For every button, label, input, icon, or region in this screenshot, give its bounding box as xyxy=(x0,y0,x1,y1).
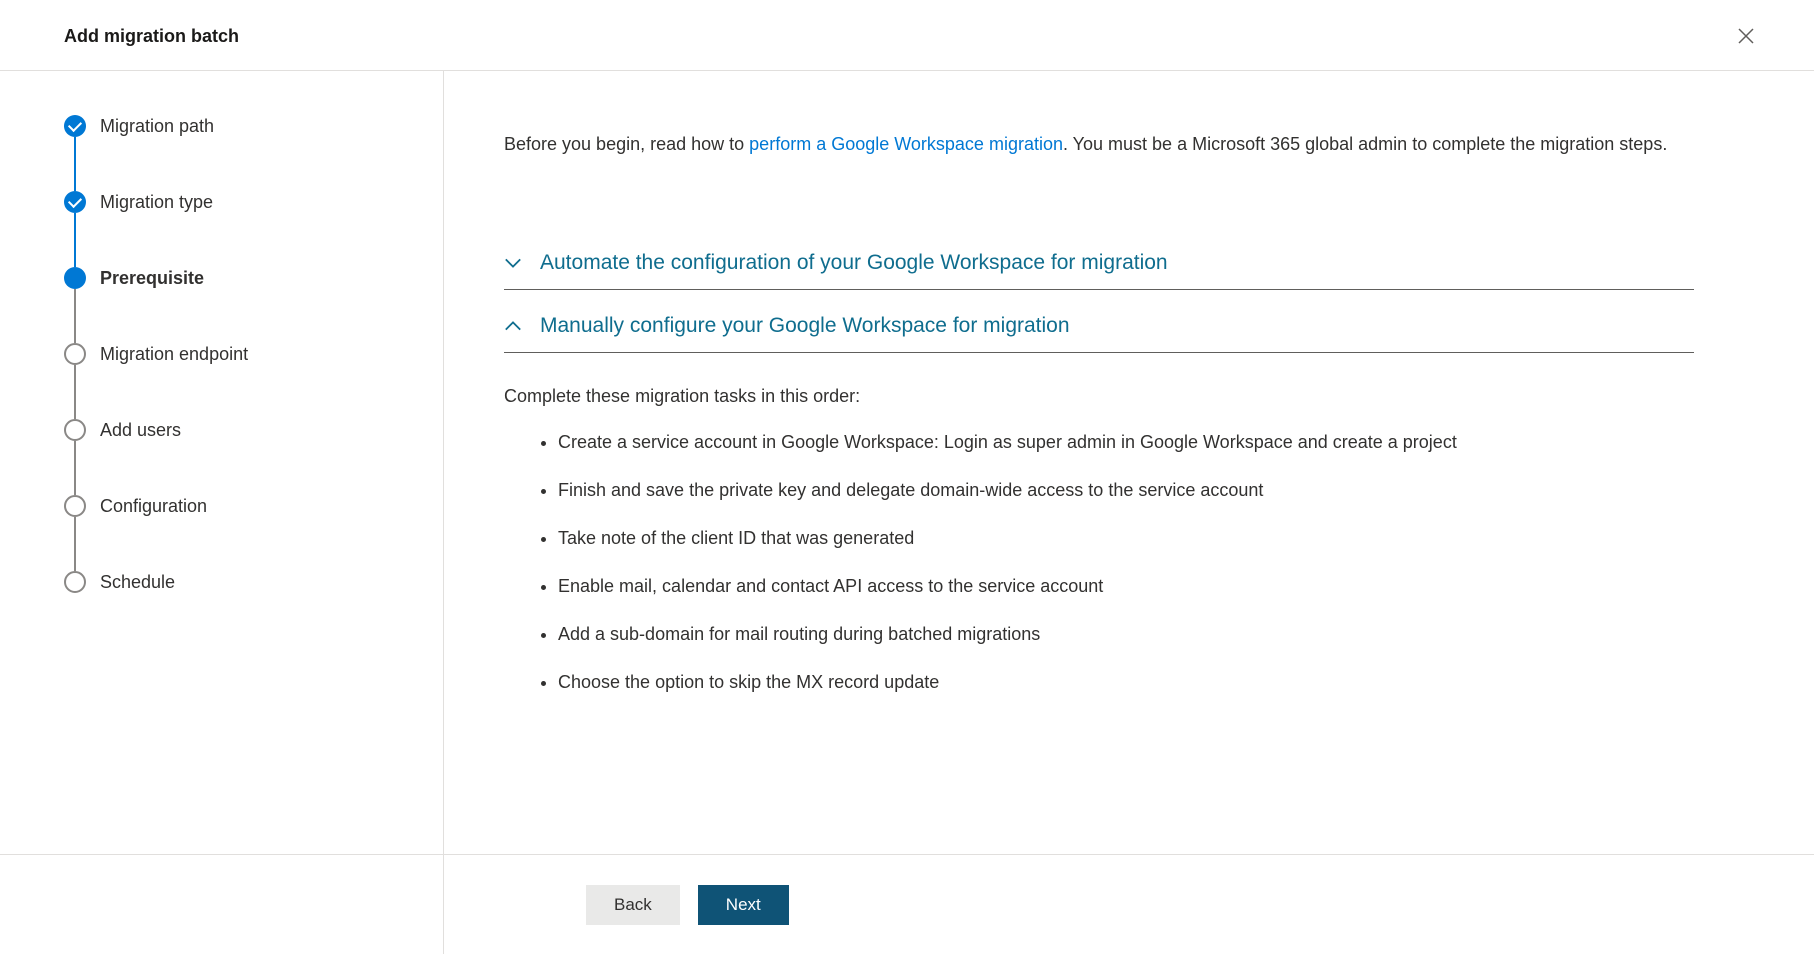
chevron-down-icon xyxy=(504,254,522,272)
task-item: Take note of the client ID that was gene… xyxy=(558,525,1694,551)
task-item: Choose the option to skip the MX record … xyxy=(558,669,1694,695)
accordion-title: Automate the configuration of your Googl… xyxy=(540,251,1168,275)
accordion-manual: Manually configure your Google Workspace… xyxy=(504,300,1694,353)
tasks-list: Create a service account in Google Works… xyxy=(504,429,1694,695)
wizard-footer: Back Next xyxy=(0,854,1814,954)
step-label: Migration type xyxy=(100,191,213,213)
step-migration-endpoint[interactable]: Migration endpoint xyxy=(64,343,443,419)
close-icon xyxy=(1738,28,1754,44)
step-label: Add users xyxy=(100,419,181,441)
step-label: Configuration xyxy=(100,495,207,517)
step-label: Migration endpoint xyxy=(100,343,248,365)
chevron-up-icon xyxy=(504,317,522,335)
step-migration-path[interactable]: Migration path xyxy=(64,115,443,191)
step-add-users[interactable]: Add users xyxy=(64,419,443,495)
dialog-title: Add migration batch xyxy=(64,26,239,47)
step-label: Schedule xyxy=(100,571,175,593)
circle-active-icon xyxy=(64,267,86,289)
task-item: Enable mail, calendar and contact API ac… xyxy=(558,573,1694,599)
main-content: Before you begin, read how to perform a … xyxy=(444,71,1814,865)
task-item: Add a sub-domain for mail routing during… xyxy=(558,621,1694,647)
accordion-automate-header[interactable]: Automate the configuration of your Googl… xyxy=(504,251,1694,275)
circle-pending-icon xyxy=(64,343,86,365)
next-button[interactable]: Next xyxy=(698,885,789,925)
dialog-header: Add migration batch xyxy=(0,0,1814,71)
intro-text: Before you begin, read how to perform a … xyxy=(504,131,1694,157)
circle-pending-icon xyxy=(64,495,86,517)
check-icon xyxy=(64,191,86,213)
accordion-manual-header[interactable]: Manually configure your Google Workspace… xyxy=(504,314,1694,338)
step-label: Prerequisite xyxy=(100,267,204,289)
task-item: Finish and save the private key and dele… xyxy=(558,477,1694,503)
step-label: Migration path xyxy=(100,115,214,137)
task-item: Create a service account in Google Works… xyxy=(558,429,1694,455)
circle-pending-icon xyxy=(64,419,86,441)
step-configuration[interactable]: Configuration xyxy=(64,495,443,571)
circle-pending-icon xyxy=(64,571,86,593)
back-button[interactable]: Back xyxy=(586,885,680,925)
step-schedule[interactable]: Schedule xyxy=(64,571,443,593)
check-icon xyxy=(64,115,86,137)
close-button[interactable] xyxy=(1730,20,1762,52)
tasks-intro: Complete these migration tasks in this o… xyxy=(504,383,1694,409)
step-prerequisite[interactable]: Prerequisite xyxy=(64,267,443,343)
migration-doc-link[interactable]: perform a Google Workspace migration xyxy=(749,134,1063,154)
step-migration-type[interactable]: Migration type xyxy=(64,191,443,267)
accordion-title: Manually configure your Google Workspace… xyxy=(540,314,1070,338)
wizard-steps-sidebar: Migration path Migration type Prerequisi… xyxy=(0,71,444,865)
accordion-manual-body: Complete these migration tasks in this o… xyxy=(504,383,1694,695)
accordion-automate: Automate the configuration of your Googl… xyxy=(504,237,1694,290)
